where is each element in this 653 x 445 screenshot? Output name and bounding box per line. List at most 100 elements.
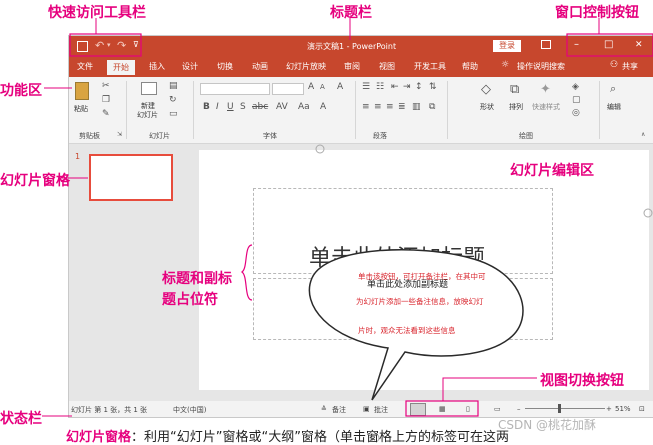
language-text[interactable]: 中文(中国) [173, 405, 206, 415]
collapse-ribbon-icon[interactable]: ∧ [641, 131, 645, 138]
italic-icon[interactable]: I [216, 102, 219, 112]
zoom-in-button[interactable]: + [606, 405, 612, 413]
cut-icon[interactable]: ✂ [102, 81, 110, 91]
shapes-label[interactable]: 形状 [480, 102, 494, 112]
lightbulb-icon: ☼ [501, 60, 510, 70]
ribbon-tab-bar: 文件 开始 插入 设计 切换 动画 幻灯片放映 审阅 视图 开发工具 帮助 ☼ … [69, 58, 653, 77]
tell-me-search[interactable]: 操作说明搜索 [517, 61, 565, 72]
comments-icon[interactable]: ▣ [363, 405, 370, 413]
numbering-icon[interactable]: ☷ [376, 82, 384, 92]
tab-view[interactable]: 视图 [379, 61, 395, 72]
zoom-slider[interactable] [525, 408, 605, 409]
slide-sorter-view-button[interactable]: ▦ [439, 405, 446, 413]
edit-label[interactable]: 编辑 [607, 102, 621, 112]
increase-font-icon[interactable]: A [308, 82, 314, 92]
tab-slideshow[interactable]: 幻灯片放映 [286, 61, 326, 72]
align-center-icon[interactable]: ≡ [374, 102, 382, 112]
new-slide-icon[interactable] [141, 82, 157, 95]
clipboard-launcher-icon[interactable]: ⇲ [117, 131, 122, 138]
reset-icon[interactable]: ↻ [169, 95, 177, 105]
line-spacing-icon[interactable]: ↕ [415, 82, 423, 92]
slides-group-label: 幻灯片 [149, 132, 170, 140]
title-placeholder[interactable]: 单击此处添加标题 [309, 240, 485, 272]
font-name-select[interactable] [200, 83, 270, 95]
customize-quick-access-icon[interactable]: ⊽ [133, 40, 139, 49]
tab-home[interactable]: 开始 [107, 60, 135, 75]
tab-developer[interactable]: 开发工具 [414, 61, 446, 72]
notes-button[interactable]: 备注 [332, 405, 346, 415]
fit-to-window-icon[interactable]: ⊡ [639, 405, 645, 413]
section-icon[interactable]: ▭ [169, 109, 178, 119]
paste-icon[interactable] [75, 82, 89, 100]
new-slide-label-2[interactable]: 幻灯片 [137, 110, 158, 120]
arrange-label[interactable]: 排列 [509, 102, 523, 112]
shadow-icon[interactable]: S [240, 102, 246, 112]
shape-fill-icon[interactable]: ◈ [572, 82, 579, 92]
quick-styles-label[interactable]: 快速样式 [532, 102, 560, 112]
zoom-level[interactable]: 51% [615, 405, 631, 413]
shape-effects-icon[interactable]: ◎ [572, 108, 580, 118]
slide-canvas[interactable]: 单击此处添加标题 单击此处添加副标题 [199, 150, 649, 390]
underline-icon[interactable]: U [227, 102, 234, 112]
redo-icon[interactable]: ↷ [117, 39, 126, 52]
drawing-group-label: 绘图 [519, 132, 533, 140]
smartart-icon[interactable]: ⧉ [429, 102, 435, 112]
save-icon[interactable] [77, 41, 88, 52]
share-button[interactable]: 共享 [622, 61, 638, 72]
slide-thumbnail[interactable] [89, 154, 173, 201]
quick-styles-icon[interactable]: ✦ [540, 82, 551, 97]
normal-view-button[interactable] [410, 403, 426, 416]
font-size-select[interactable] [272, 83, 304, 95]
tab-review[interactable]: 审阅 [344, 61, 360, 72]
tab-design[interactable]: 设计 [182, 61, 198, 72]
search-icon[interactable]: ⌕ [610, 82, 616, 96]
shapes-icon[interactable]: ◇ [481, 82, 491, 97]
login-button[interactable]: 登录 [493, 40, 521, 52]
zoom-slider-thumb[interactable] [558, 404, 561, 413]
columns-icon[interactable]: ▥ [412, 102, 421, 112]
align-right-icon[interactable]: ≡ [386, 102, 394, 112]
ribbon-display-options-icon[interactable] [541, 40, 551, 49]
slideshow-view-button[interactable]: ▭ [494, 405, 501, 413]
slide-count-text: 幻灯片 第 1 张，共 1 张 [71, 406, 148, 414]
char-spacing-icon[interactable]: AV [276, 102, 288, 112]
text-direction-icon[interactable]: ⇅ [429, 82, 437, 92]
reading-view-button[interactable]: ▯ [466, 405, 470, 413]
layout-icon[interactable]: ▤ [169, 81, 178, 91]
annotation-placeholders-1: 标题和副标 [162, 271, 232, 287]
caption-line: 幻灯片窗格：利用“幻灯片”窗格或“大纲”窗格（单击窗格上方的标签可在这两 [66, 426, 509, 445]
strikethrough-icon[interactable]: abc [252, 102, 268, 112]
tab-animations[interactable]: 动画 [252, 61, 268, 72]
comments-button[interactable]: 批注 [374, 405, 388, 415]
decrease-font-icon[interactable]: A [320, 83, 325, 91]
increase-indent-icon[interactable]: ⇥ [403, 82, 411, 92]
annotation-window-controls: 窗口控制按钮 [555, 5, 639, 21]
bold-icon[interactable]: B [203, 102, 210, 112]
undo-icon[interactable]: ↶ [95, 39, 104, 52]
undo-dropdown-icon[interactable]: ▾ [107, 41, 111, 49]
copy-icon[interactable]: ❐ [102, 95, 110, 105]
close-button[interactable]: ✕ [635, 40, 643, 50]
notes-icon[interactable]: ≙ [321, 405, 327, 413]
shape-outline-icon[interactable]: ▢ [572, 95, 581, 105]
restore-button[interactable]: □ [604, 39, 613, 50]
tab-insert[interactable]: 插入 [149, 61, 165, 72]
format-painter-icon[interactable]: ✎ [102, 109, 110, 119]
ribbon: 粘贴 ✂ ❐ ✎ 剪贴板 ⇲ 新建 幻灯片 ▤ ↻ ▭ 幻灯片 A A A B … [69, 77, 653, 144]
font-color-icon[interactable]: A [320, 102, 326, 112]
bullets-icon[interactable]: ☰ [362, 82, 370, 92]
arrange-icon[interactable]: ⧉ [510, 82, 519, 97]
justify-icon[interactable]: ≣ [398, 102, 406, 112]
minimize-button[interactable]: – [574, 39, 579, 50]
align-left-icon[interactable]: ≡ [362, 102, 370, 112]
tab-file[interactable]: 文件 [77, 61, 93, 72]
decrease-indent-icon[interactable]: ⇤ [391, 82, 399, 92]
zoom-out-button[interactable]: – [517, 405, 521, 413]
callout-line-3: 片时，观众无法看到这些信息 [358, 326, 456, 335]
clear-format-icon[interactable]: A [337, 82, 343, 92]
change-case-icon[interactable]: Aa [298, 102, 310, 112]
tab-help[interactable]: 帮助 [462, 61, 478, 72]
annotation-slide-pane: 幻灯片窗格 [0, 173, 70, 189]
tab-transitions[interactable]: 切换 [217, 61, 233, 72]
paste-label[interactable]: 粘贴 [74, 104, 88, 114]
